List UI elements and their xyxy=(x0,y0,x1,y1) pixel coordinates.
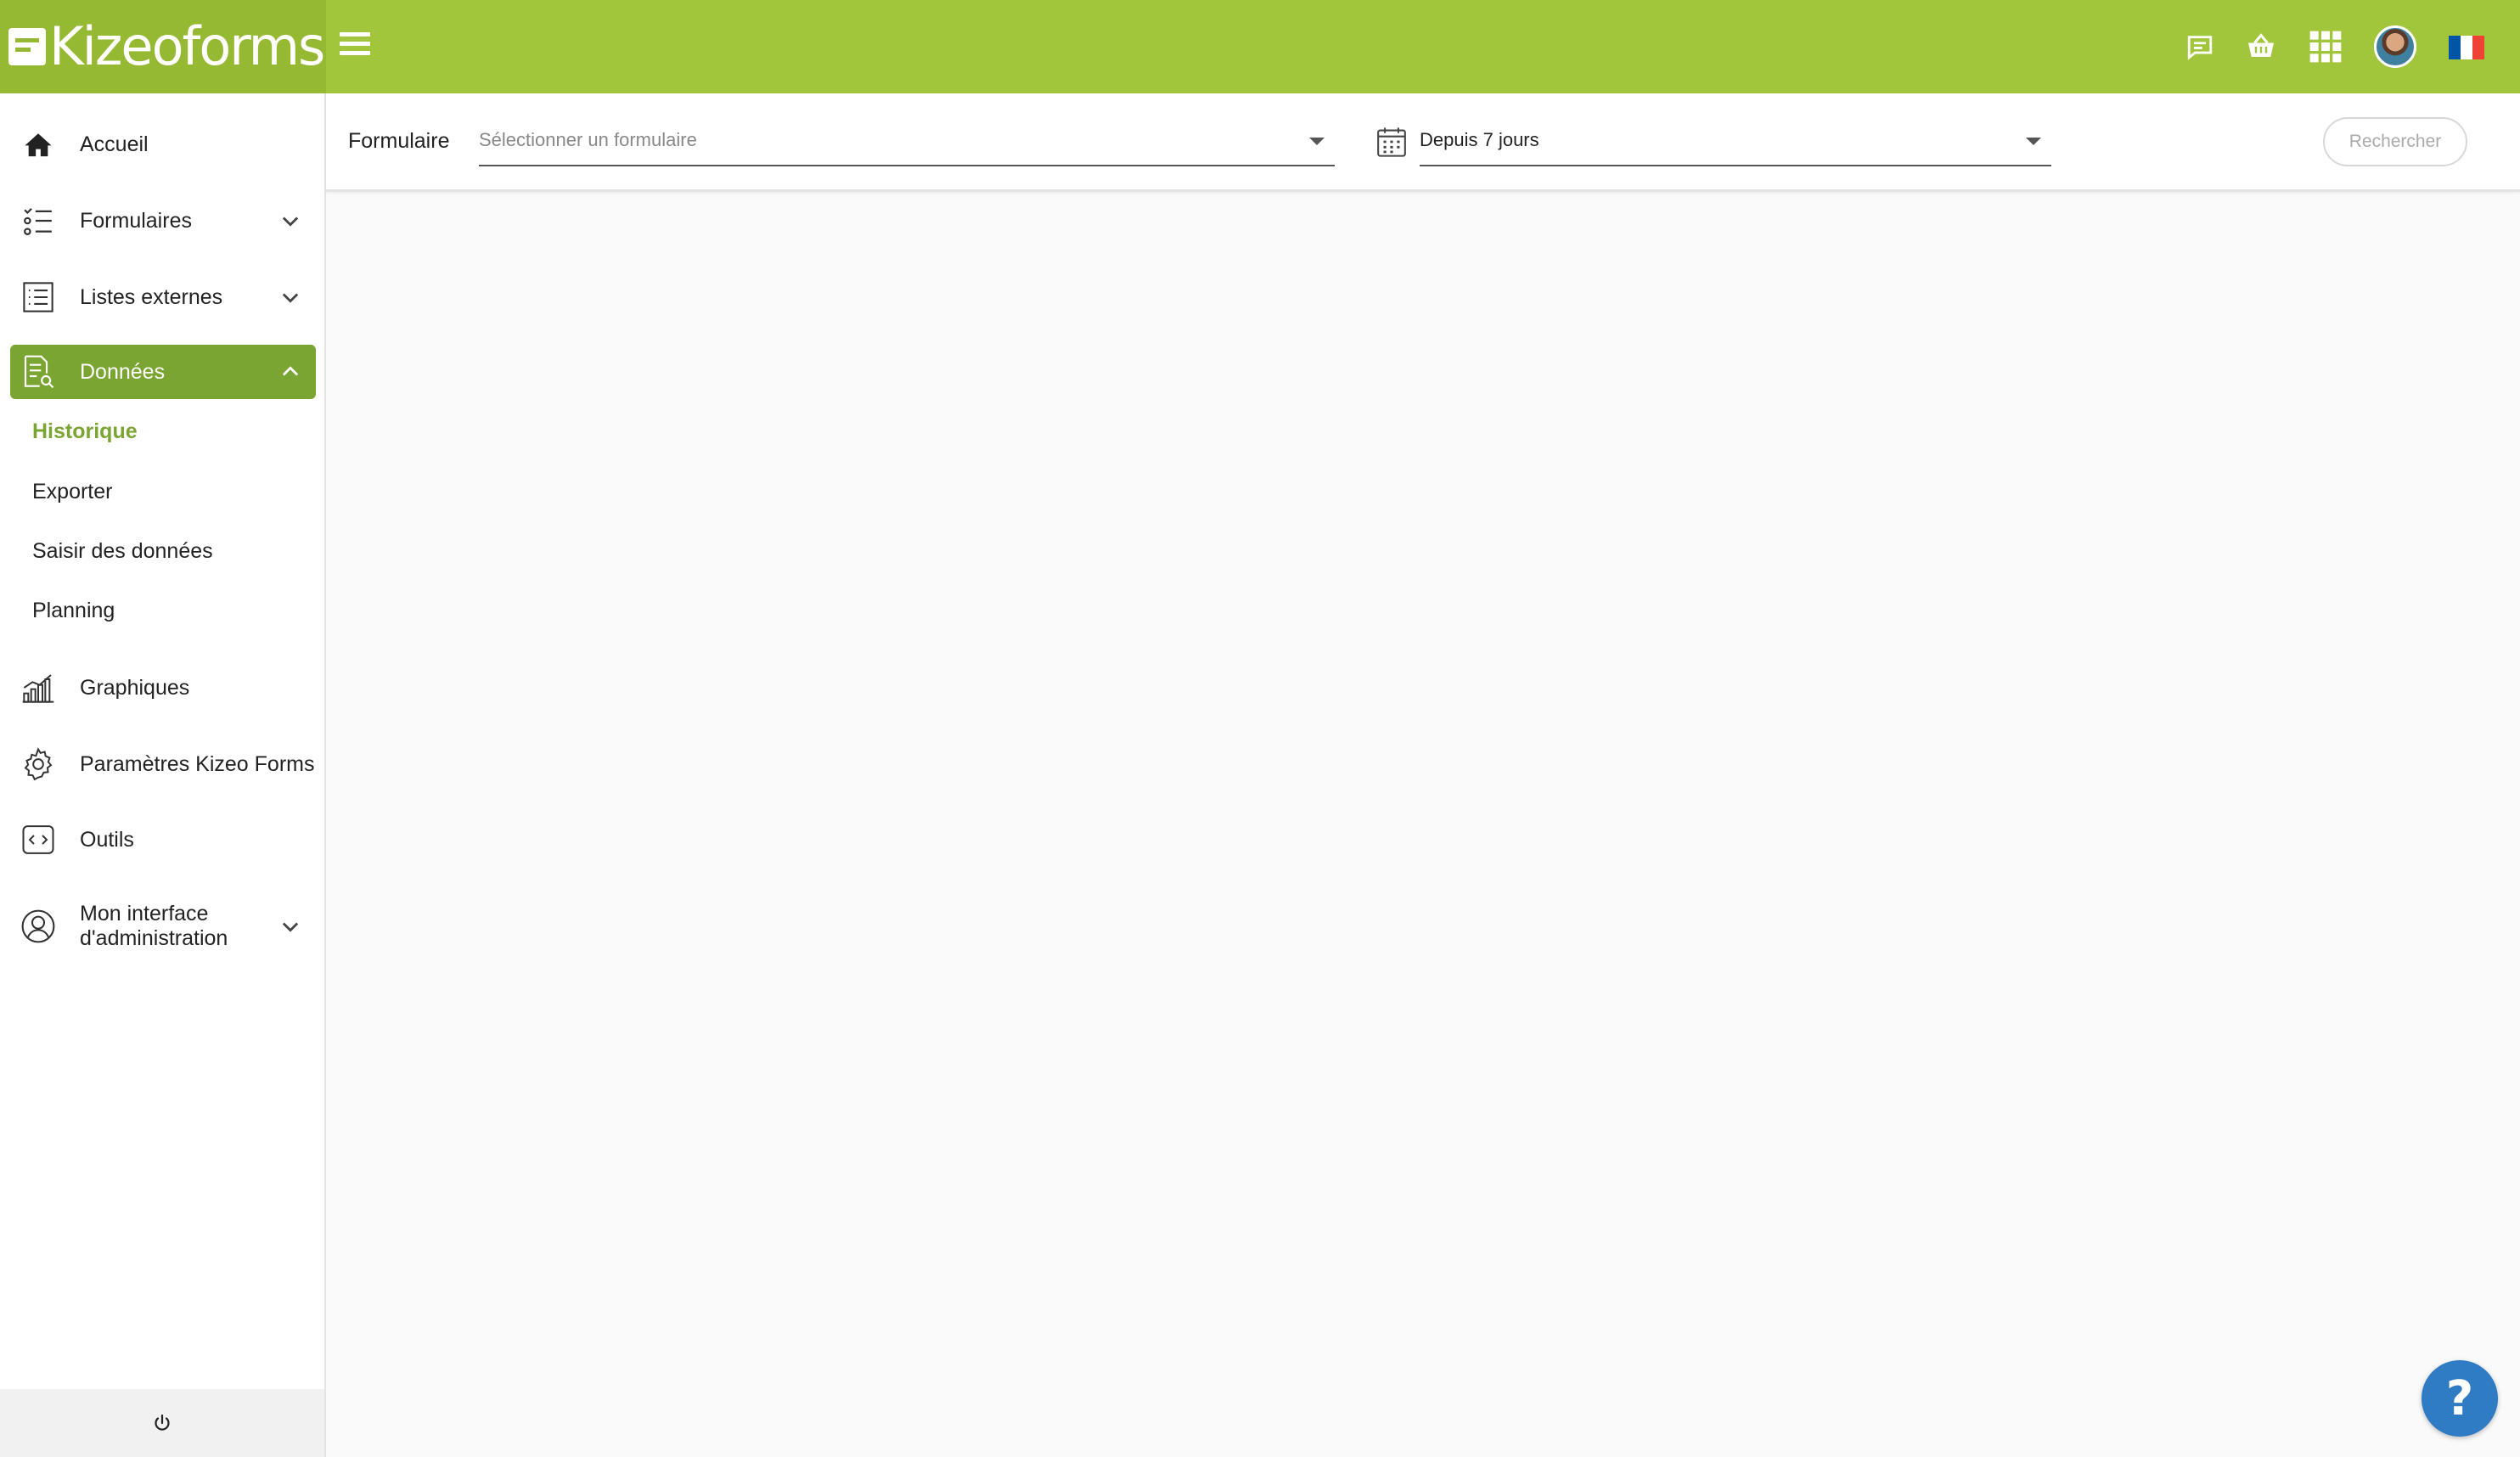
sidebar-item-listes-externes[interactable]: Listes externes xyxy=(10,270,316,324)
filter-bar: Formulaire Sélectionner un formulaire De… xyxy=(326,93,2520,192)
sidebar-item-formulaires[interactable]: Formulaires xyxy=(10,194,316,248)
sidebar-item-parametres[interactable]: Paramètres Kizeo Forms xyxy=(10,737,316,791)
sidebar-item-label: Graphiques xyxy=(80,675,190,700)
dropdown-caret-icon xyxy=(1309,138,1325,145)
user-avatar[interactable] xyxy=(2374,25,2416,68)
sidebar-item-label: Mon interface d'administration xyxy=(80,902,228,950)
basket-icon[interactable] xyxy=(2240,25,2282,68)
search-button[interactable]: Rechercher xyxy=(2323,117,2467,166)
menu-toggle-icon[interactable] xyxy=(340,32,370,59)
chevron-down-icon xyxy=(282,217,299,227)
form-select-placeholder: Sélectionner un formulaire xyxy=(479,129,697,150)
app-logo[interactable]: Kizeoforms xyxy=(0,0,326,93)
period-select-value: Depuis 7 jours xyxy=(1420,129,1539,150)
french-flag-icon[interactable] xyxy=(2449,36,2484,59)
period-select[interactable]: Depuis 7 jours xyxy=(1420,124,2051,166)
sidebar-item-label: Outils xyxy=(80,827,134,852)
home-icon xyxy=(20,127,56,162)
sidebar: Accueil Formulaires Listes externes Donn… xyxy=(0,93,326,1457)
user-circle-icon xyxy=(20,909,56,944)
help-button[interactable]: ? xyxy=(2422,1360,2498,1437)
form-list-icon xyxy=(20,203,56,239)
logo-text: Kizeoforms xyxy=(49,15,325,77)
chevron-down-icon xyxy=(282,922,299,932)
chevron-up-icon xyxy=(282,366,299,376)
sidebar-item-label: Données xyxy=(80,359,166,384)
sidebar-item-graphiques[interactable]: Graphiques xyxy=(10,661,316,715)
code-icon xyxy=(20,822,56,858)
sidebar-item-label: Paramètres Kizeo Forms xyxy=(80,751,315,776)
top-bar: Kizeoforms xyxy=(0,0,2520,93)
sidebar-item-mon-interface-administration[interactable]: Mon interface d'administration xyxy=(10,892,316,961)
chart-icon xyxy=(20,670,56,706)
gear-icon xyxy=(20,746,56,782)
submenu-item-exporter[interactable]: Exporter xyxy=(32,480,112,504)
sidebar-item-label: Listes externes xyxy=(80,284,223,309)
question-mark-icon: ? xyxy=(2445,1370,2474,1426)
dropdown-caret-icon xyxy=(2026,138,2041,145)
submenu-item-historique[interactable]: Historique xyxy=(32,419,138,444)
sidebar-footer xyxy=(0,1389,324,1457)
sidebar-item-outils[interactable]: Outils xyxy=(10,813,316,867)
list-icon xyxy=(20,279,56,315)
data-search-icon xyxy=(20,354,56,390)
sidebar-item-donnees[interactable]: Données xyxy=(10,345,316,399)
sidebar-item-accueil[interactable]: Accueil xyxy=(10,117,316,172)
power-icon[interactable] xyxy=(152,1413,172,1433)
sidebar-item-label: Accueil xyxy=(80,132,149,156)
submenu-item-saisir-des-donnees[interactable]: Saisir des données xyxy=(32,539,213,564)
form-filter-label: Formulaire xyxy=(348,129,450,153)
chevron-down-icon xyxy=(282,293,299,303)
chat-icon[interactable] xyxy=(2179,25,2221,68)
form-select[interactable]: Sélectionner un formulaire xyxy=(479,124,1335,166)
calendar-icon[interactable] xyxy=(1375,126,1408,158)
sidebar-item-label: Formulaires xyxy=(80,208,192,233)
logo-mark-icon xyxy=(8,28,46,65)
apps-grid-icon[interactable] xyxy=(2304,25,2347,68)
submenu-item-planning[interactable]: Planning xyxy=(32,599,115,623)
